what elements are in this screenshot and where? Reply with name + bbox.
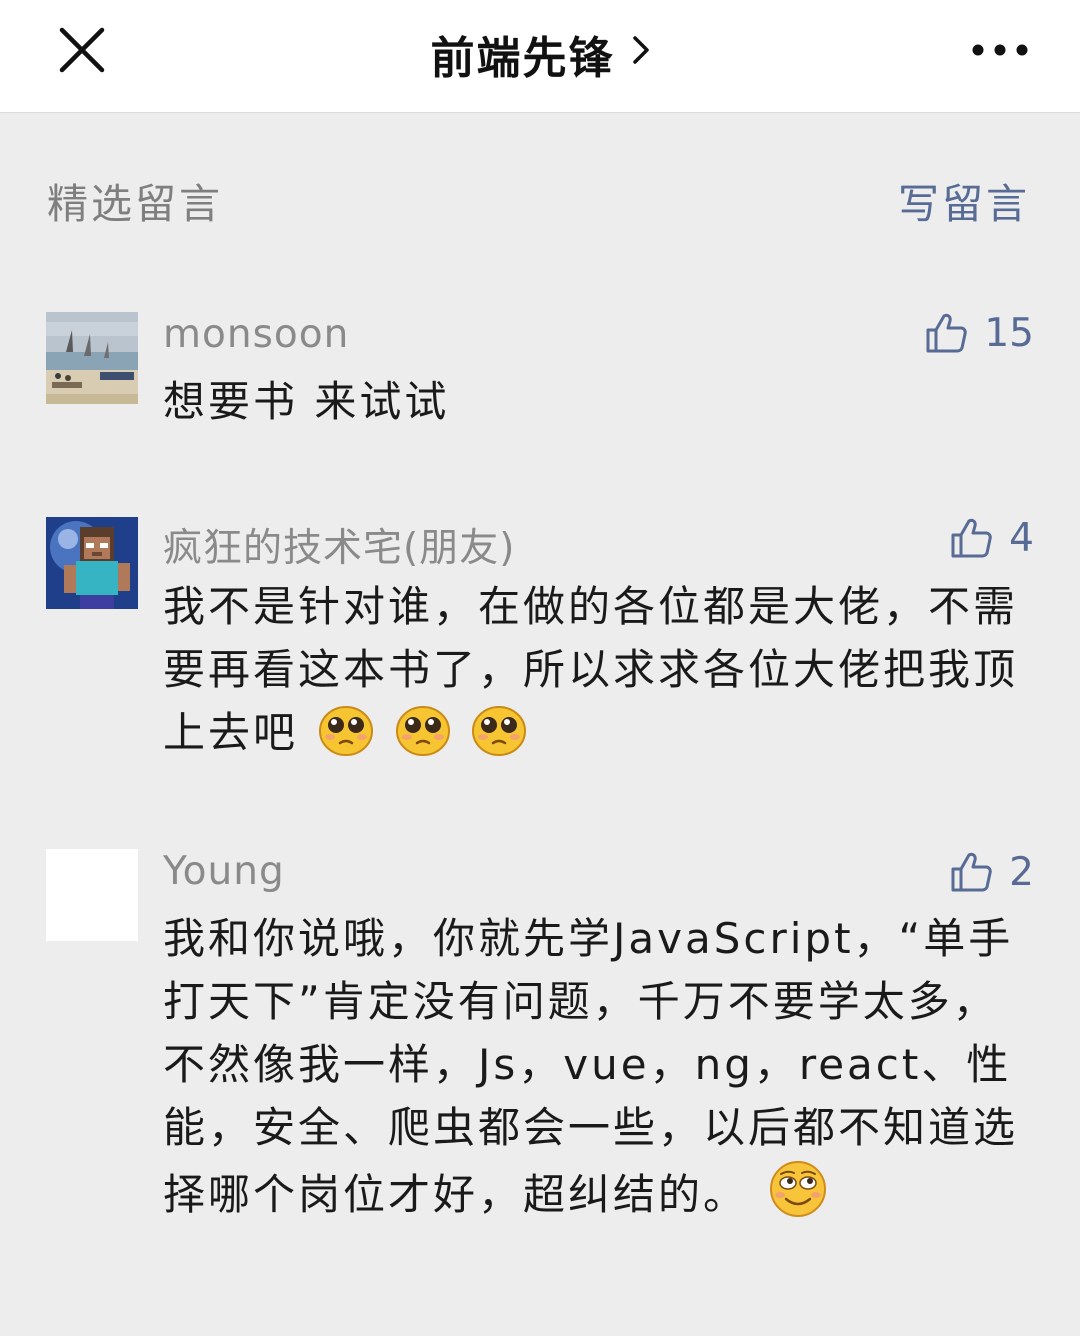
seaside-painting-avatar <box>46 312 138 404</box>
comment-author[interactable]: Young <box>163 849 285 894</box>
comment-text: 想要书 来试试 <box>163 370 1023 433</box>
thumbs-up-icon <box>951 852 992 892</box>
avatar[interactable] <box>46 849 138 941</box>
like-button[interactable]: 15 <box>924 308 1034 358</box>
account-title-link[interactable]: 前端先锋 <box>0 22 1080 86</box>
thumbs-up-icon <box>926 313 968 353</box>
more-options-button[interactable] <box>972 30 1028 70</box>
like-count: 2 <box>1009 849 1034 895</box>
pleading-face-emoji <box>395 701 451 757</box>
top-navigation-bar: 前端先锋 <box>0 0 1080 113</box>
comment-author[interactable]: monsoon <box>163 312 349 357</box>
blank-white-avatar <box>46 849 138 941</box>
comment-body: 想要书 来试试 <box>163 377 450 426</box>
comment-author[interactable]: 疯狂的技术宅(朋友) <box>163 517 515 573</box>
like-button[interactable]: 2 <box>949 847 1034 897</box>
more-dots-icon <box>972 44 1028 56</box>
like-count: 15 <box>984 310 1034 356</box>
like-count: 4 <box>1009 515 1034 561</box>
comment-body: 我和你说哦，你就先学JavaScript，“单手打天下”肯定没有问题，千万不要学… <box>163 914 1019 1219</box>
featured-comments-heading: 精选留言 <box>47 180 223 228</box>
like-button[interactable]: 4 <box>949 513 1034 563</box>
write-comment-link[interactable]: 写留言 <box>898 170 1030 230</box>
minecraft-character-avatar <box>46 517 138 609</box>
awkward-smile-emoji <box>768 1159 828 1219</box>
avatar[interactable] <box>46 312 138 404</box>
chevron-right-icon <box>632 35 650 69</box>
pleading-face-emoji <box>318 701 374 757</box>
avatar[interactable] <box>46 517 138 609</box>
comment-body: 我不是针对谁，在做的各位都是大佬，不需要再看这本书了，所以求求各位大佬把我顶上去… <box>163 582 1019 757</box>
comment-text: 我不是针对谁，在做的各位都是大佬，不需要再看这本书了，所以求求各位大佬把我顶上去… <box>163 575 1023 764</box>
page-title: 前端先锋 <box>430 33 615 84</box>
comment-text: 我和你说哦，你就先学JavaScript，“单手打天下”肯定没有问题，千万不要学… <box>163 907 1023 1226</box>
pleading-face-emoji <box>471 701 527 757</box>
thumbs-up-icon <box>951 518 992 558</box>
